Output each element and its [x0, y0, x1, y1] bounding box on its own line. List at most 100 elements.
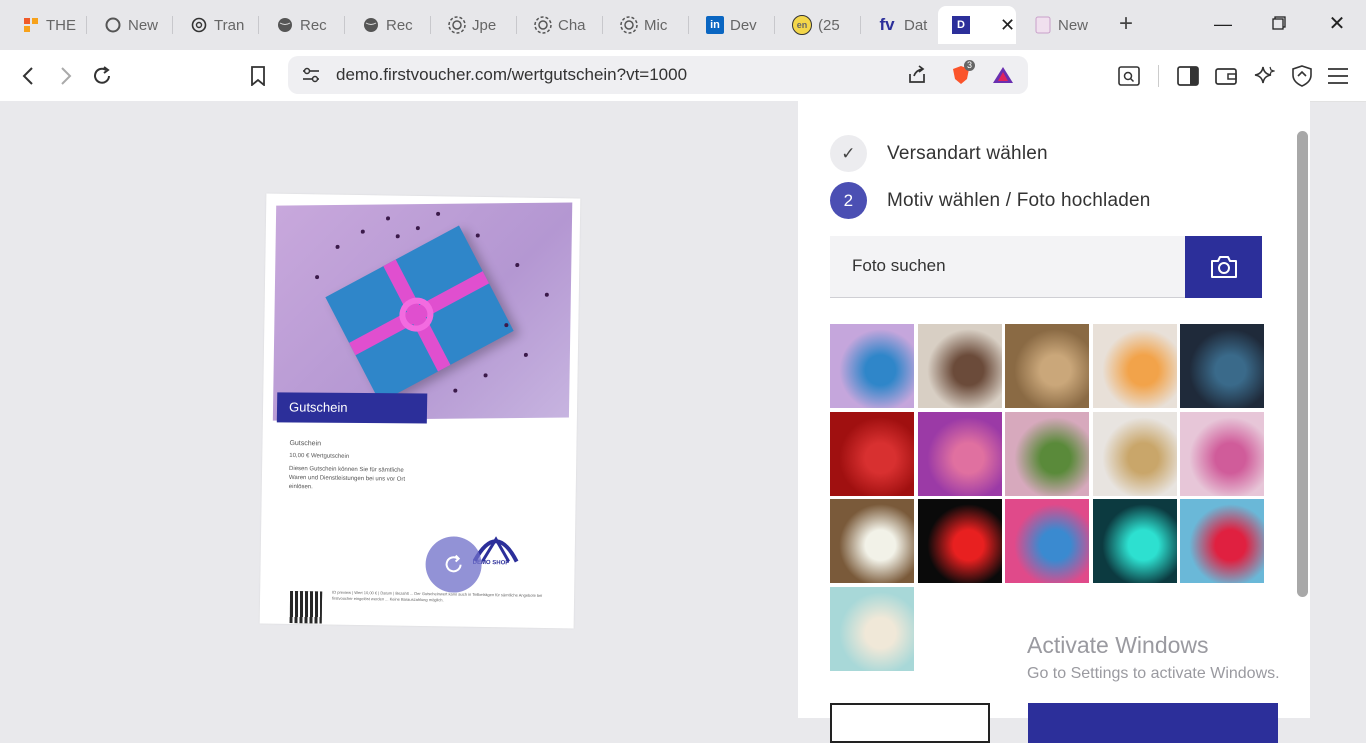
reader-mode-button[interactable]: [1115, 62, 1143, 90]
voucher-preview-area: Gutschein Gutschein 10,00 € Wertgutschei…: [0, 101, 798, 718]
next-step-button[interactable]: [1028, 703, 1278, 743]
photo-thumbnail-birthday-cake[interactable]: [1180, 324, 1264, 408]
reader-icon: [1118, 66, 1140, 86]
tab-separator: [172, 16, 173, 34]
step-label: Motiv wählen / Foto hochladen: [887, 189, 1151, 211]
bookmark-icon: [251, 66, 265, 86]
tab-separator: [516, 16, 517, 34]
close-window-button[interactable]: ✕: [1317, 8, 1357, 40]
photo-thumbnail-cake-candles[interactable]: [830, 586, 914, 671]
tab-label: Dat: [904, 16, 928, 34]
photo-thumbnail-heart-balloons[interactable]: [1180, 499, 1264, 583]
browser-tab[interactable]: fv Dat: [862, 6, 936, 44]
reload-icon: [445, 554, 462, 573]
bookmark-button[interactable]: [244, 62, 272, 90]
address-bar[interactable]: demo.firstvoucher.com/wertgutschein?vt=1…: [288, 56, 1028, 94]
browser-tab-active[interactable]: D ✕: [938, 6, 1016, 44]
browser-tab[interactable]: New: [1020, 6, 1100, 44]
browser-tab[interactable]: Rec: [262, 6, 342, 44]
regenerate-preview-button[interactable]: [425, 536, 483, 593]
url-text[interactable]: demo.firstvoucher.com/wertgutschein?vt=1…: [336, 65, 687, 85]
sidebar-button[interactable]: [1174, 62, 1202, 90]
linkedin-icon: in: [706, 16, 724, 34]
photo-thumbnail-flowers[interactable]: [917, 411, 1002, 496]
browser-tab[interactable]: Cha: [520, 6, 600, 44]
photo-thumbnail-daisies[interactable]: [830, 499, 914, 583]
step-label: Versandart wählen: [887, 142, 1048, 164]
voucher-card-preview: Gutschein Gutschein 10,00 € Wertgutschei…: [259, 193, 581, 629]
photo-thumbnail-woman-kitchen[interactable]: [917, 324, 1002, 408]
photo-thumbnail-gift-box[interactable]: [830, 324, 914, 408]
photo-thumbnail-red-hearts[interactable]: [830, 411, 914, 496]
browser-tab[interactable]: in Dev: [692, 6, 772, 44]
photo-search-input[interactable]: Foto suchen: [830, 236, 1185, 298]
spiral-icon: [448, 16, 466, 34]
forward-arrow-icon: [61, 67, 72, 85]
restore-button[interactable]: [1259, 8, 1299, 40]
photo-upload-button[interactable]: [1185, 236, 1262, 298]
orange-grid-icon: [22, 16, 40, 34]
tab-label: (25: [818, 16, 840, 34]
browser-tab[interactable]: Rec: [348, 6, 428, 44]
hamburger-menu-icon: [1328, 68, 1348, 84]
browser-tab[interactable]: Jpe: [434, 6, 514, 44]
tab-separator: [602, 16, 603, 34]
fv-icon: fv: [879, 15, 895, 34]
new-tab-button[interactable]: +: [1112, 10, 1140, 38]
back-button[interactable]: [14, 62, 42, 90]
browser-tab[interactable]: THE: [8, 6, 80, 44]
back-step-button[interactable]: [830, 703, 990, 743]
photo-thumbnail-gifts-pink[interactable]: [1005, 411, 1089, 496]
minimize-button[interactable]: —: [1203, 8, 1243, 40]
photo-thumbnail-gift-wrapping[interactable]: [1005, 324, 1089, 408]
close-tab-icon[interactable]: ✕: [1000, 15, 1015, 36]
tab-label: Rec: [300, 16, 327, 34]
tab-separator: [688, 16, 689, 34]
photo-thumbnail-neon-i-love-u[interactable]: [917, 499, 1002, 583]
reload-button[interactable]: [88, 62, 116, 90]
activate-windows-watermark: Activate Windows Go to Settings to activ…: [1027, 632, 1280, 683]
shields-count-badge: 3: [964, 60, 976, 71]
brave-rewards-icon[interactable]: [990, 62, 1016, 88]
tab-label: Mic: [644, 16, 668, 34]
step-number-badge: 2: [830, 182, 867, 219]
menu-button[interactable]: [1324, 62, 1352, 90]
scrollbar-thumb[interactable]: [1297, 131, 1308, 597]
browser-tab[interactable]: Tran: [176, 6, 256, 44]
photo-thumbnail-pink-cupcake[interactable]: [1180, 411, 1264, 496]
browser-tab[interactable]: Mic: [606, 6, 686, 44]
voucher-text-block: Gutschein 10,00 € Wertgutschein Diesen G…: [289, 439, 410, 494]
photo-thumbnail-love-balloon[interactable]: [1092, 411, 1177, 496]
openai-icon: [190, 16, 208, 34]
sidebar-icon: [1177, 66, 1199, 86]
tab-label: Cha: [558, 16, 586, 34]
back-arrow-icon: [22, 67, 33, 85]
tab-label: Dev: [730, 16, 757, 34]
forward-button[interactable]: [52, 62, 80, 90]
spiral-icon: [620, 16, 638, 34]
photo-thumbnail-candies[interactable]: [1005, 499, 1089, 583]
vpn-button[interactable]: [1288, 62, 1316, 90]
tab-separator: [86, 16, 87, 34]
photo-thumbnail-happy-birthday-neon[interactable]: [1092, 499, 1177, 583]
globe-icon: [362, 16, 380, 34]
d-icon: D: [952, 16, 970, 34]
step-shipping[interactable]: ✓ Versandart wählen: [830, 135, 1048, 172]
checkmark-icon: ✓: [830, 135, 867, 172]
tab-label: New: [1058, 16, 1089, 34]
configurator-panel: ✓ Versandart wählen 2 Motiv wählen / Fot…: [798, 101, 1295, 743]
panel-scrollbar[interactable]: [1295, 101, 1310, 718]
browser-tab[interactable]: en (25: [778, 6, 858, 44]
restore-icon: [1272, 16, 1286, 30]
photo-thumbnail-sushi[interactable]: [1092, 324, 1177, 408]
site-settings-icon[interactable]: [298, 62, 324, 88]
wallet-button[interactable]: [1212, 62, 1240, 90]
brave-shields-icon[interactable]: 3: [948, 60, 976, 88]
browser-toolbar: demo.firstvoucher.com/wertgutschein?vt=1…: [0, 50, 1366, 102]
share-icon[interactable]: [904, 62, 930, 88]
leo-ai-button[interactable]: [1250, 62, 1278, 90]
tab-separator: [344, 16, 345, 34]
browser-tab[interactable]: New: [90, 6, 170, 44]
reload-icon: [94, 66, 110, 84]
step-motif[interactable]: 2 Motiv wählen / Foto hochladen: [830, 182, 1151, 219]
